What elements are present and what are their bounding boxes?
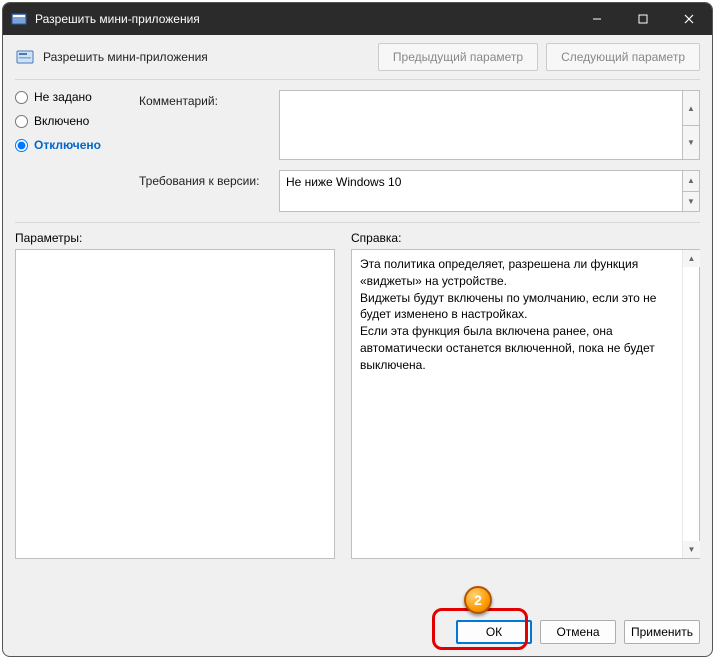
- radio-disabled-label: Отключено: [34, 138, 101, 152]
- app-icon: [11, 11, 27, 27]
- version-field: Не ниже Windows 10 ▲ ▼: [279, 170, 700, 212]
- cancel-button[interactable]: Отмена: [540, 620, 616, 644]
- scroll-up-icon[interactable]: ▲: [683, 250, 700, 267]
- version-label: Требования к версии:: [139, 170, 279, 212]
- version-scroll-down-icon[interactable]: ▼: [682, 191, 699, 212]
- comment-field[interactable]: ▲ ▼: [279, 90, 700, 160]
- version-value: Не ниже Windows 10: [286, 175, 401, 189]
- version-scroll-up-icon[interactable]: ▲: [682, 171, 699, 191]
- radio-not-configured[interactable]: Не задано: [15, 90, 123, 104]
- minimize-button[interactable]: [574, 3, 620, 35]
- prev-setting-button[interactable]: Предыдущий параметр: [378, 43, 538, 71]
- titlebar: Разрешить мини-приложения: [3, 3, 712, 35]
- next-setting-button[interactable]: Следующий параметр: [546, 43, 700, 71]
- help-scrollbar[interactable]: ▲ ▼: [682, 250, 699, 558]
- radio-disabled[interactable]: Отключено: [15, 138, 123, 152]
- policy-header: Разрешить мини-приложения Предыдущий пар…: [3, 35, 712, 79]
- policy-icon: [15, 47, 35, 67]
- radio-disabled-input[interactable]: [15, 139, 28, 152]
- dialog-footer: ОК Отмена Применить: [3, 610, 712, 656]
- scroll-down-icon[interactable]: ▼: [683, 541, 700, 558]
- apply-button[interactable]: Применить: [624, 620, 700, 644]
- options-label: Параметры:: [15, 231, 335, 245]
- comment-textarea[interactable]: [280, 91, 681, 159]
- help-text: Эта политика определяет, разрешена ли фу…: [360, 257, 660, 372]
- help-label: Справка:: [351, 231, 700, 245]
- policy-editor-window: Разрешить мини-приложения Разрешить мини…: [2, 2, 713, 657]
- ok-button[interactable]: ОК: [456, 620, 532, 644]
- callout-number: 2: [474, 592, 482, 608]
- comment-label: Комментарий:: [139, 90, 279, 160]
- comment-scroll-up-icon[interactable]: ▲: [682, 91, 699, 125]
- help-panel: Эта политика определяет, разрешена ли фу…: [351, 249, 700, 559]
- radio-enabled-input[interactable]: [15, 115, 28, 128]
- radio-not-configured-label: Не задано: [34, 90, 92, 104]
- state-radio-group: Не задано Включено Отключено: [15, 90, 123, 222]
- close-button[interactable]: [666, 3, 712, 35]
- maximize-button[interactable]: [620, 3, 666, 35]
- policy-title: Разрешить мини-приложения: [43, 50, 370, 64]
- radio-not-configured-input[interactable]: [15, 91, 28, 104]
- radio-enabled[interactable]: Включено: [15, 114, 123, 128]
- annotation-callout: 2: [464, 586, 492, 614]
- radio-enabled-label: Включено: [34, 114, 89, 128]
- options-panel: [15, 249, 335, 559]
- comment-scroll-down-icon[interactable]: ▼: [682, 125, 699, 159]
- window-title: Разрешить мини-приложения: [35, 12, 574, 26]
